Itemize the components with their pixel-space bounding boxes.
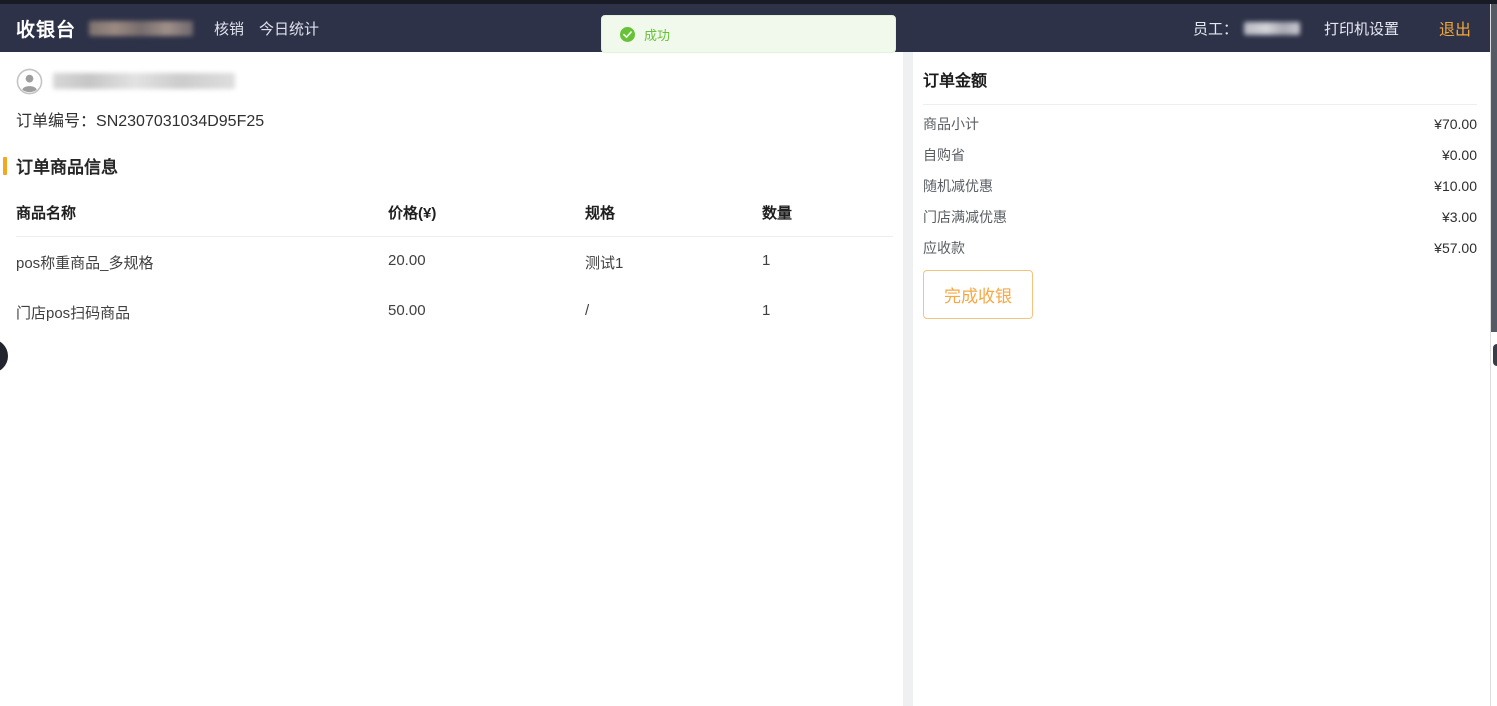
summary-value: ¥3.00 (1442, 209, 1477, 225)
products-table: 商品名称 价格(¥) 规格 数量 pos称重商品_多规格 20.00 测试1 1… (16, 186, 893, 337)
cell-price: 20.00 (388, 252, 585, 273)
store-name-redacted (89, 21, 193, 36)
section-title-text: 订单商品信息 (16, 153, 118, 178)
table-row: 门店pos扫码商品 50.00 / 1 (16, 287, 893, 337)
summary-rows: 商品小计 ¥70.00 自购省 ¥0.00 随机减优惠 ¥10.00 门店满减优… (923, 108, 1477, 263)
user-icon (16, 68, 43, 95)
summary-row-subtotal: 商品小计 ¥70.00 (923, 108, 1477, 139)
employee-label: 员工： (1193, 18, 1238, 39)
summary-label: 门店满减优惠 (923, 207, 1007, 227)
scrollbar-thumb[interactable] (1491, 4, 1497, 332)
summary-label: 随机减优惠 (923, 176, 993, 196)
order-detail-panel: 订单编号：SN2307031034D95F25 订单商品信息 商品名称 价格(¥… (0, 52, 903, 706)
summary-title: 订单金额 (923, 52, 1477, 105)
summary-row-amount-due: 应收款 ¥57.00 (923, 232, 1477, 263)
logout-button[interactable]: 退出 (1439, 16, 1471, 40)
cell-price: 50.00 (388, 302, 585, 323)
panel-divider (903, 52, 913, 706)
section-title-order-items: 订单商品信息 (3, 153, 893, 178)
buyer-row (16, 66, 893, 96)
nav-item-today-stats[interactable]: 今日统计 (259, 18, 319, 39)
order-number-label: 订单编号： (16, 113, 96, 130)
col-header-qty: 数量 (762, 202, 893, 223)
col-header-spec: 规格 (585, 202, 762, 223)
toast-message: 成功 (644, 25, 670, 44)
cell-qty: 1 (762, 252, 893, 273)
navbar-right: 员工： 打印机设置 退出 (1193, 16, 1481, 40)
cell-qty: 1 (762, 302, 893, 323)
summary-label: 商品小计 (923, 114, 979, 134)
success-check-circle-icon (620, 27, 635, 42)
browser-top-edge (0, 0, 1497, 4)
summary-row-random-discount: 随机减优惠 ¥10.00 (923, 170, 1477, 201)
summary-label: 应收款 (923, 238, 965, 258)
order-amount-panel: 订单金额 商品小计 ¥70.00 自购省 ¥0.00 随机减优惠 ¥10.00 … (913, 52, 1490, 706)
nav-item-verify[interactable]: 核销 (214, 18, 244, 39)
products-table-header: 商品名称 价格(¥) 规格 数量 (16, 186, 893, 237)
buyer-name-redacted (53, 73, 235, 89)
cell-product-name: 门店pos扫码商品 (16, 302, 388, 323)
complete-checkout-button[interactable]: 完成收银 (923, 270, 1033, 319)
order-number-line: 订单编号：SN2307031034D95F25 (16, 107, 893, 131)
summary-value: ¥57.00 (1434, 240, 1477, 256)
section-accent-bar (3, 157, 7, 175)
cell-product-name: pos称重商品_多规格 (16, 252, 388, 273)
cell-spec: 测试1 (585, 252, 762, 273)
order-number-value: SN2307031034D95F25 (96, 113, 264, 130)
app-title: 收银台 (16, 15, 76, 42)
col-header-price: 价格(¥) (388, 202, 585, 223)
summary-label: 自购省 (923, 145, 965, 165)
cell-spec: / (585, 302, 762, 323)
summary-row-store-discount: 门店满减优惠 ¥3.00 (923, 201, 1477, 232)
col-header-product-name: 商品名称 (16, 202, 388, 223)
right-edge-widget (1493, 344, 1497, 366)
success-toast: 成功 (601, 15, 896, 53)
employee-name-redacted (1244, 22, 1300, 35)
main-content: 订单编号：SN2307031034D95F25 订单商品信息 商品名称 价格(¥… (0, 52, 1490, 706)
summary-value: ¥70.00 (1434, 116, 1477, 132)
page-scrollbar[interactable] (1490, 4, 1497, 706)
summary-row-self-purchase-saving: 自购省 ¥0.00 (923, 139, 1477, 170)
printer-settings-button[interactable]: 打印机设置 (1324, 18, 1399, 39)
table-row: pos称重商品_多规格 20.00 测试1 1 (16, 237, 893, 287)
summary-value: ¥10.00 (1434, 178, 1477, 194)
summary-value: ¥0.00 (1442, 147, 1477, 163)
